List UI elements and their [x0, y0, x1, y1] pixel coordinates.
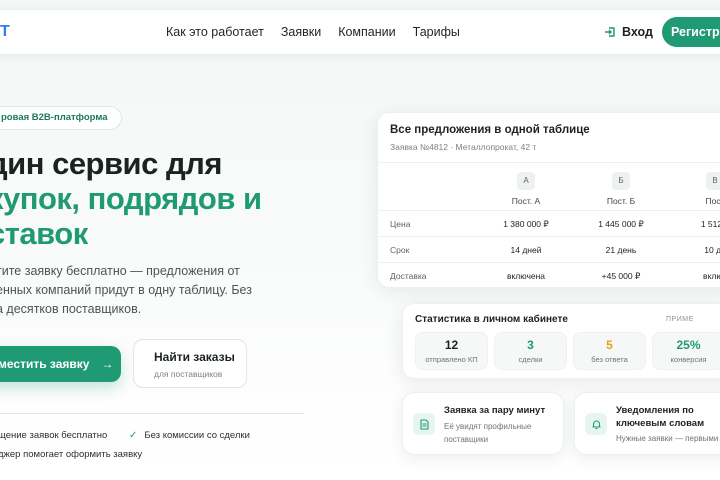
feature-title-line2: ключевым словам	[616, 418, 705, 429]
supplier-column-b: Б Пост. Б	[586, 170, 656, 206]
logo[interactable]: T	[0, 23, 10, 41]
hero-title-line1: дин сервис для	[0, 146, 222, 181]
row-label-delivery: Доставка	[390, 271, 427, 281]
post-request-button[interactable]: местить заявку →	[0, 346, 121, 382]
platform-badge: ровая B2B-платформа	[0, 106, 122, 130]
hero-subtitle-line2: енных компаний придут в одну таблицу. Бе…	[0, 283, 252, 297]
feature-title-line1: Уведомления по	[616, 405, 694, 416]
table-cell: 1 380 000 ₽	[503, 219, 549, 229]
feature-title: Уведомления по ключевым словам	[616, 404, 704, 430]
nav-requests[interactable]: Заявки	[281, 25, 321, 39]
supplier-name: Пост. Б	[606, 196, 636, 206]
main-nav: Как это работает Заявки Компании Тарифы	[166, 25, 460, 39]
stat-no-answer: 5 без ответа	[573, 332, 646, 370]
feature-title: Заявка за пару минут	[444, 405, 546, 416]
table-cell: включена	[506, 271, 546, 281]
table-cell: 21 день	[605, 245, 637, 255]
stats-card: Статистика в личном кабинете ПРИМЕ 12 от…	[402, 303, 720, 379]
hero-title-line3: ставок	[0, 216, 88, 251]
table-cell: +45 000 ₽	[601, 271, 641, 281]
find-orders-button[interactable]: Найти заказы для поставщиков	[133, 339, 247, 388]
offers-subtitle: Заявка №4812 · Металлопрокат, 42 т	[390, 142, 537, 152]
perk-label: Без комиссии со сделки	[144, 430, 250, 441]
stat-value: 3	[527, 338, 534, 352]
stat-value: 12	[444, 338, 459, 352]
feature-keyword-notifications: Уведомления по ключевым словам Нужные за…	[574, 392, 720, 455]
table-cell: включ	[703, 271, 720, 281]
supplier-name: Пост. А	[511, 196, 541, 206]
stat-value: 25%	[676, 338, 701, 352]
row-label-price: Цена	[390, 219, 411, 229]
arrow-right-icon: →	[101, 357, 114, 371]
table-cell: 14 дней	[510, 245, 542, 255]
find-orders-label: Найти заказы	[154, 350, 235, 364]
stat-value: 5	[606, 338, 613, 352]
supplier-column-a: А Пост. А	[491, 170, 561, 206]
login-label: Вход	[622, 25, 653, 39]
supplier-chip: А	[517, 172, 535, 190]
stats-title: Статистика в личном кабинете	[415, 314, 568, 325]
divider	[378, 210, 720, 211]
stat-label: сделки	[518, 355, 543, 364]
row-label-term: Срок	[390, 245, 410, 255]
perk-no-commission: ✓ Без комиссии со сделки	[129, 430, 250, 441]
table-cell: 10 дн	[704, 245, 720, 255]
table-cell: 1 445 000 ₽	[598, 219, 644, 229]
perk-label: щение заявок бесплатно	[0, 430, 108, 441]
perk-manager-help: джер помогает оформить заявку	[0, 449, 142, 460]
nav-pricing[interactable]: Тарифы	[413, 25, 460, 39]
nav-companies[interactable]: Компании	[338, 25, 395, 39]
stat-label: отправлено КП	[425, 355, 478, 364]
login-icon	[605, 27, 615, 37]
post-request-label: местить заявку	[0, 357, 90, 371]
bell-icon	[585, 413, 607, 435]
divider	[378, 162, 720, 163]
divider	[378, 236, 720, 237]
hero-subtitle: тите заявку бесплатно — предложения от е…	[0, 262, 266, 319]
stats-example-tag: ПРИМЕ	[666, 316, 694, 323]
perk-free-posting: щение заявок бесплатно	[0, 430, 107, 441]
stat-sent-offers: 12 отправлено КП	[415, 332, 488, 370]
perk-label: джер помогает оформить заявку	[0, 449, 143, 460]
stat-label: без ответа	[591, 355, 628, 364]
stat-conversion: 25% конверсия	[652, 332, 720, 370]
nav-how-it-works[interactable]: Как это работает	[166, 25, 264, 39]
stat-label: конверсия	[670, 355, 707, 364]
login-link[interactable]: Вход	[604, 25, 653, 39]
table-cell: 1 512 0	[700, 219, 720, 229]
top-navbar: T Как это работает Заявки Компании Тариф…	[0, 10, 720, 54]
hero-title-line2: купок, подрядов и	[0, 181, 262, 216]
supplier-column-c: В Пост	[680, 170, 720, 206]
feature-desc: Нужные заявки — первыми	[616, 434, 719, 443]
supplier-chip: Б	[612, 172, 630, 190]
supplier-name: Пост	[705, 196, 720, 206]
hero-subtitle-line3: а десятков поставщиков.	[0, 302, 142, 316]
register-button[interactable]: Регистра	[662, 17, 720, 47]
offers-table-card: Все предложения в одной таблице Заявка №…	[377, 112, 720, 288]
feature-quick-request: Заявка за пару минут Её увидят профильны…	[402, 392, 564, 455]
hero-divider	[0, 413, 304, 414]
stat-deals: 3 сделки	[494, 332, 567, 370]
divider	[378, 262, 720, 263]
supplier-chip: В	[706, 172, 720, 190]
feature-desc-line2: поставщики	[444, 435, 489, 444]
feature-desc-line1: Её увидят профильные	[444, 422, 532, 431]
offers-title: Все предложения в одной таблице	[390, 124, 590, 136]
find-orders-sublabel: для поставщиков	[154, 369, 223, 379]
hero-subtitle-line1: тите заявку бесплатно — предложения от	[0, 264, 240, 278]
document-icon	[413, 413, 435, 435]
hero-title: дин сервис для купок, подрядов и ставок	[0, 146, 262, 251]
check-icon: ✓	[129, 430, 138, 441]
